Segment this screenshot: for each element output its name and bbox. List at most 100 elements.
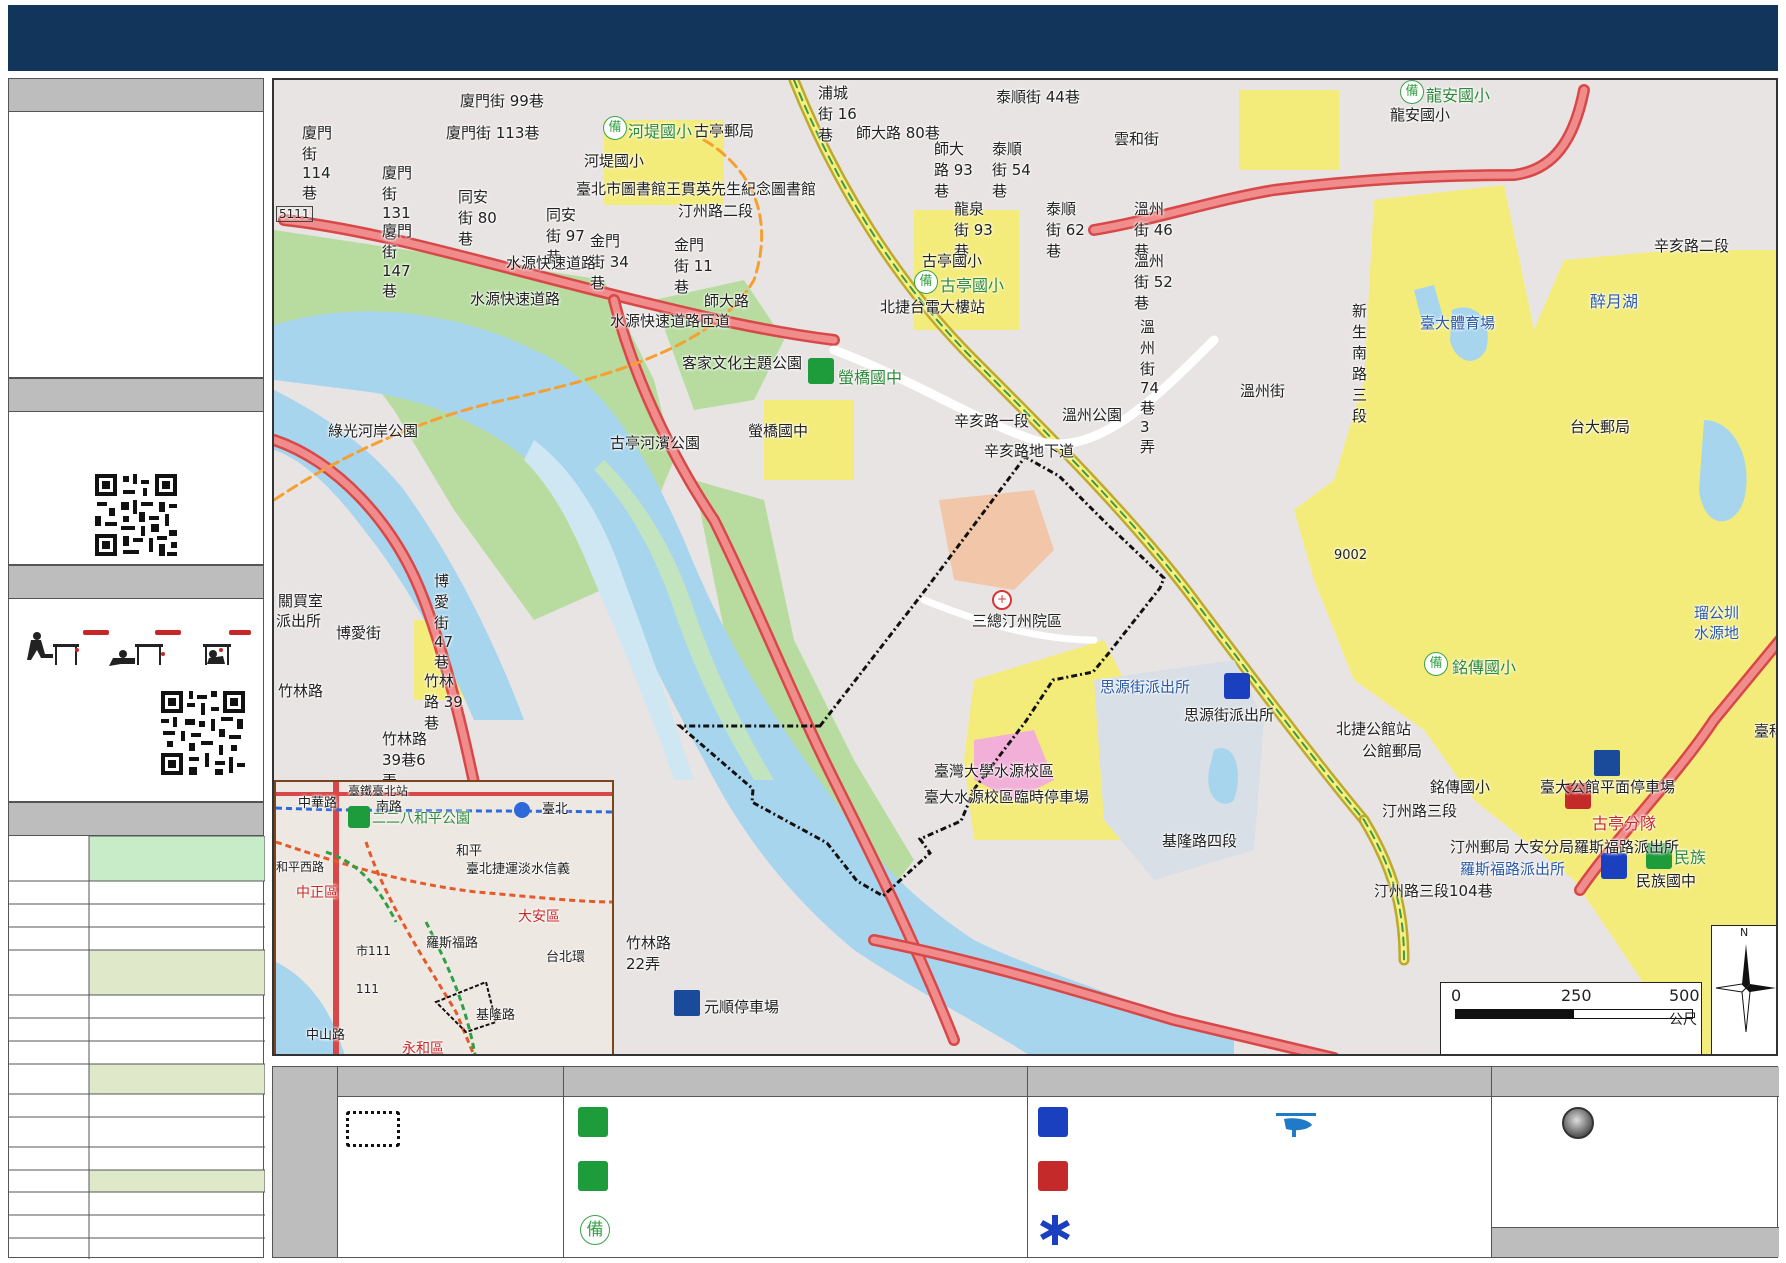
street-label: 師大路 93巷 <box>934 140 973 200</box>
sidebar-qr-panel <box>8 378 264 565</box>
street-label: 廈門街 114巷 <box>302 124 333 202</box>
street-label: 水源快速道路 <box>470 290 561 308</box>
hospital-icon[interactable]: + <box>992 590 1012 610</box>
waterworks-label: 瑠公圳 <box>1694 604 1740 622</box>
scale-unit: 公尺 <box>1669 1012 1697 1028</box>
shelter-icon[interactable]: 備 <box>1424 652 1448 676</box>
school-label: 銘傳國小 <box>1452 658 1517 677</box>
inset-label: 臺北 <box>542 802 569 817</box>
scale-bar-graphic <box>1455 1009 1693 1019</box>
inset-label: 臺北捷運淡水信義 <box>466 862 571 877</box>
mrt-label: 北捷台電大樓站 <box>880 298 986 316</box>
police-label: 思源街派出所 <box>1100 678 1191 696</box>
fire-station-label: 古亭分隊 <box>1592 814 1657 833</box>
main-map[interactable]: 備 備 備 備 + 廈門街 99巷 廈門街 113巷 廈門街 114巷 廈門街 … <box>272 78 1778 1056</box>
street-label: 竹林路 22弄 <box>626 934 672 973</box>
police-label: 羅斯福路派出所 <box>1460 860 1566 878</box>
street-label: 溫州街 74巷3弄 <box>1140 318 1160 456</box>
parking-label: 元順停車場 <box>704 998 780 1016</box>
street-label: 廈門街 147巷 <box>382 222 413 300</box>
sidebar-qr-header <box>9 379 263 412</box>
sidebar-table-panel <box>8 802 265 1259</box>
post-office-label: 台大郵局 <box>1570 418 1631 436</box>
scale-tick-0: 0 <box>1451 986 1462 1005</box>
street-label: 辛亥路二段 <box>1654 237 1730 255</box>
school-label: 河堤國小 <box>584 152 645 170</box>
shelter-icon[interactable]: 備 <box>1400 80 1424 104</box>
scale-tick-250: 250 <box>1561 986 1592 1005</box>
police-label: 思源街派出所 <box>1184 706 1275 724</box>
police-station-icon[interactable] <box>1224 673 1250 699</box>
street-label: 汀州路三段104巷 <box>1374 882 1493 900</box>
street-label: 雲和街 <box>1114 130 1160 148</box>
compass-rose <box>1715 944 1776 1033</box>
street-label: 汀州路三段 <box>1382 802 1458 820</box>
legend-area-col <box>337 1067 563 1257</box>
scale-tick-500: 500 <box>1669 986 1700 1005</box>
street-label: 關買室 <box>278 592 324 610</box>
school-label: 民族 <box>1674 848 1707 867</box>
school-label: 螢橋國中 <box>748 422 809 440</box>
inset-label: 台北環 <box>546 950 586 965</box>
school-label: 河堤國小 <box>628 122 693 141</box>
legend-shelter-header <box>564 1067 1027 1097</box>
street-label: 基隆路四段 <box>1162 832 1238 850</box>
police-station-icon <box>1038 1107 1068 1137</box>
evacuation-school-icon <box>578 1107 608 1137</box>
evacuation-school-icon[interactable] <box>808 358 834 384</box>
library-label: 臺北市圖書館王貫英先生紀念圖書館 <box>576 180 817 198</box>
school-label: 龍安國小 <box>1426 86 1491 105</box>
inset-district-label: 永和區 <box>402 1041 444 1056</box>
campus-label: 臺灣大學水源校區 <box>934 762 1055 780</box>
street-label: 水源快速道路匝道 <box>610 312 731 330</box>
sidebar-safety-panel <box>8 565 264 802</box>
post-office-label: 汀州郵局 <box>1450 838 1511 856</box>
legend-panel: 備 <box>272 1066 1779 1258</box>
inset-label: 和平 <box>456 844 483 859</box>
police-label: 大安分局羅斯福路派出所 <box>1514 838 1680 856</box>
street-label: 竹林路 39巷 <box>424 672 463 732</box>
legend-footer <box>1492 1227 1779 1257</box>
legend-title-col <box>273 1067 337 1257</box>
title-bar <box>8 5 1778 71</box>
inset-label: 羅斯福路 <box>426 936 479 951</box>
parking-label: 臺大公館平面停車場 <box>1540 778 1676 796</box>
overview-inset-map[interactable]: 二二八和平公園 中華路 臺鐵臺北站 南路 臺北 和平 臺北捷運淡水信義 和平西路… <box>274 780 614 1056</box>
street-label: 金門街 11巷 <box>674 236 713 296</box>
safety-qr-code[interactable] <box>159 689 247 777</box>
street-label: 泰順街 54巷 <box>992 140 1031 200</box>
parking-label: 臺大水源校區臨時停車場 <box>924 788 1090 806</box>
school-label: 民族國中 <box>1636 872 1697 890</box>
street-label: 竹林路 <box>278 682 324 700</box>
street-label: 水源快速道路 <box>506 254 597 272</box>
school-label: 龍安國小 <box>1390 106 1451 124</box>
legend-shelter-col: 備 <box>563 1067 1027 1257</box>
shelter-icon[interactable]: 備 <box>603 116 627 140</box>
north-label: N <box>1740 926 1749 939</box>
inset-label: 南路 <box>376 800 403 815</box>
fire-station-icon <box>1038 1161 1068 1191</box>
street-label: 泰順街 62巷 <box>1046 200 1085 260</box>
street-label: 博愛街 47巷 <box>434 572 454 671</box>
street-label: 師大路 80巷 <box>856 124 940 142</box>
street-label: 師大路 <box>704 292 750 310</box>
street-label: 溫州街 52巷 <box>1134 252 1173 312</box>
inset-label: 基隆路 <box>476 1008 516 1023</box>
lake-label: 醉月湖 <box>1590 292 1639 311</box>
park-label: 溫州公園 <box>1062 406 1123 424</box>
parking-icon[interactable] <box>674 990 700 1016</box>
drop-cover-hold-illustration <box>27 630 251 666</box>
street-label: 汀州路二段 <box>678 202 754 220</box>
sidebar <box>8 78 265 1259</box>
parking-icon[interactable] <box>1594 750 1620 776</box>
shelter-icon[interactable]: 備 <box>914 270 938 294</box>
street-label: 廈門街 113巷 <box>446 124 540 142</box>
qr-code[interactable] <box>93 472 179 558</box>
road-label: 9002 <box>1334 548 1368 563</box>
street-label: 辛亥路一段 <box>954 412 1030 430</box>
sidebar-safety-header <box>9 566 263 599</box>
shelter-icon: 備 <box>580 1215 610 1245</box>
sidebar-table <box>9 836 265 1259</box>
waterworks-label: 水源地 <box>1694 624 1740 642</box>
helicopter-icon <box>1276 1113 1316 1137</box>
